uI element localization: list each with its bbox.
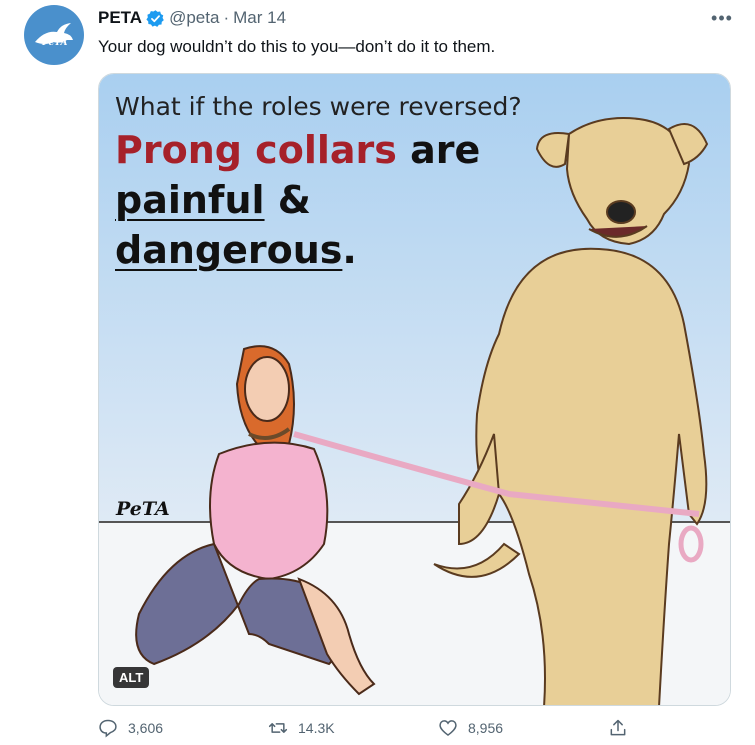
headline-red: Prong collars (115, 128, 397, 172)
headline: What if the roles were reversed? Prong c… (115, 92, 535, 275)
like-count: 8,956 (468, 720, 504, 736)
share-action[interactable] (608, 718, 628, 738)
headline-dangerous: dangerous (115, 228, 343, 272)
reply-icon (99, 719, 117, 738)
separator-dot: · (223, 8, 230, 27)
tweet-date[interactable]: Mar 14 (233, 8, 286, 28)
avatar[interactable]: PeTA (24, 5, 84, 65)
headline-line2: Prong collars are (115, 125, 535, 175)
reply-count: 3,606 (128, 720, 164, 736)
peta-watermark: PeTA (116, 498, 170, 520)
retweet-action[interactable]: 14.3K (268, 718, 335, 738)
retweet-icon (268, 723, 288, 733)
headline-are: are (396, 128, 481, 172)
like-action[interactable]: 8,956 (438, 718, 503, 738)
headline-line1: What if the roles were reversed? (115, 92, 522, 121)
share-icon (610, 719, 626, 736)
reply-action[interactable]: 3,606 (98, 718, 163, 738)
tweet-media[interactable]: What if the roles were reversed? Prong c… (98, 73, 731, 706)
author-handle[interactable]: @peta (169, 8, 219, 28)
avatar-text: PeTA (42, 38, 68, 48)
headline-line4: dangerous. (115, 225, 535, 275)
tweet-actions: 3,606 14.3K 8,956 (98, 718, 638, 742)
retweet-count: 14.3K (298, 720, 335, 736)
alt-badge[interactable]: ALT (113, 667, 150, 688)
tweet-text: Your dog wouldn’t do this to you—don’t d… (98, 37, 496, 56)
verified-badge-icon (146, 9, 164, 27)
tweet-header: PETA @peta · Mar 14 (98, 7, 286, 29)
author-name[interactable]: PETA (98, 8, 142, 28)
heart-icon (439, 720, 457, 737)
headline-line3: painful & (115, 175, 535, 225)
headline-period: . (342, 228, 357, 272)
more-options-icon[interactable]: ••• (707, 8, 737, 28)
headline-painful: painful (115, 178, 265, 222)
headline-amp: & (264, 178, 311, 222)
